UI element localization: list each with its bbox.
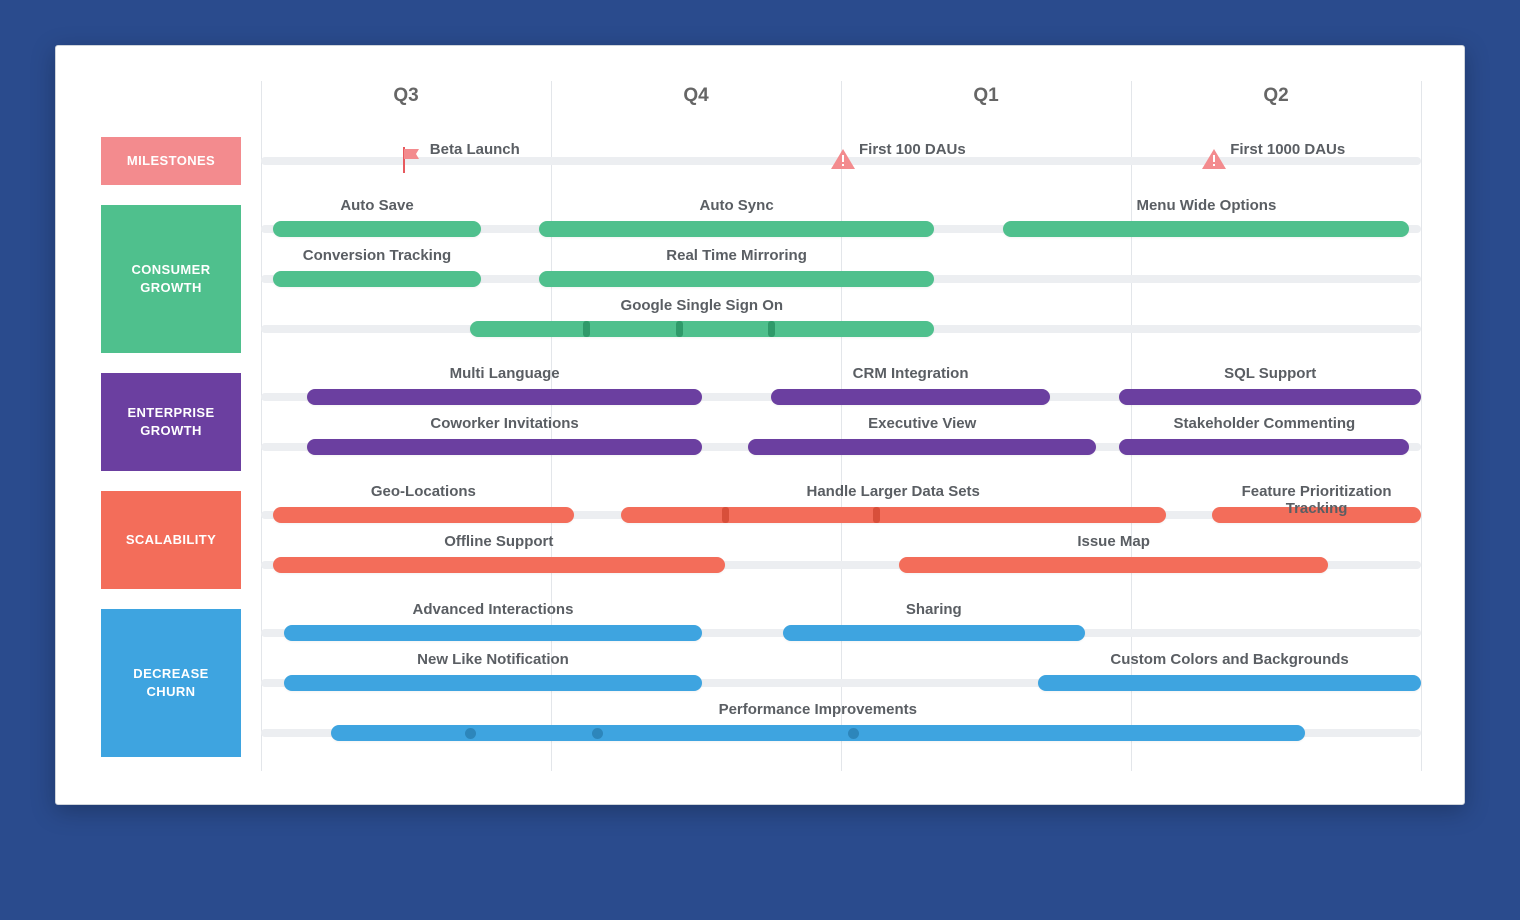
gantt-bar[interactable] [284,675,702,691]
category-milestones: MILESTONES [101,137,241,185]
gantt-bar-label: CRM Integration [771,365,1049,382]
category-enterprise: ENTERPRISE GROWTH [101,373,241,471]
gantt-bar-label: Coworker Invitations [307,415,701,432]
gantt-bar-label: Offline Support [273,533,725,550]
quarter-header: Q4 [666,85,726,107]
gantt-bar-label: Handle Larger Data Sets [621,483,1166,500]
gantt-bar-label: Auto Sync [539,197,933,214]
bar-tick [873,507,880,523]
gantt-bar[interactable] [748,439,1096,455]
milestone-label: Beta Launch [430,141,520,158]
gantt-bar-label: Feature Prioritization Tracking [1212,483,1421,517]
milestone-label: First 100 DAUs [859,141,966,158]
gantt-bar[interactable] [284,625,702,641]
gantt-bar[interactable] [771,389,1049,405]
category-label: CONSUMER GROWTH [111,261,231,296]
gantt-bar[interactable] [307,439,701,455]
milestone-label: First 1000 DAUs [1230,141,1345,158]
bar-tick [583,321,590,337]
gantt-bar-label: Menu Wide Options [1003,197,1409,214]
gantt-bar-label: Google Single Sign On [470,297,934,314]
roadmap-chart: Q3 Q4 Q1 Q2 MILESTONES CONSUMER GROWTH ENTERPR… [101,81,1421,771]
gantt-bar-label: Advanced Interactions [284,601,702,618]
quarter-header: Q3 [376,85,436,107]
alert-icon [830,147,856,176]
gantt-bar[interactable] [1119,439,1409,455]
gantt-bar[interactable] [273,507,575,523]
gantt-bar-label: Executive View [748,415,1096,432]
gantt-bar[interactable] [899,557,1328,573]
alert-icon [1201,147,1227,176]
gantt-bar-label: Issue Map [899,533,1328,550]
gantt-bar-label: Geo-Locations [273,483,575,500]
gantt-bar[interactable] [331,725,1305,741]
gantt-bar[interactable] [783,625,1085,641]
category-label: ENTERPRISE GROWTH [111,404,231,439]
gantt-bar-label: SQL Support [1119,365,1421,382]
category-label: MILESTONES [127,152,215,170]
gantt-bar[interactable] [1003,221,1409,237]
gantt-bar-label: Sharing [783,601,1085,618]
gantt-bar-label: Custom Colors and Backgrounds [1038,651,1421,668]
gridline-0 [261,81,262,771]
gantt-bar-label: Auto Save [273,197,482,214]
quarter-header: Q2 [1246,85,1306,107]
gantt-bar[interactable] [1038,675,1421,691]
category-label: DECREASE CHURN [111,665,231,700]
gantt-bar[interactable] [470,321,934,337]
category-label: SCALABILITY [126,531,216,549]
gantt-bar-label: New Like Notification [284,651,702,668]
category-churn: DECREASE CHURN [101,609,241,757]
gantt-bar[interactable] [273,221,482,237]
bar-dot [848,728,859,739]
gantt-bar-label: Conversion Tracking [273,247,482,264]
gantt-bar-label: Multi Language [307,365,701,382]
bar-dot [465,728,476,739]
gantt-bar[interactable] [273,271,482,287]
gridline-4 [1421,81,1422,771]
category-scale: SCALABILITY [101,491,241,589]
gantt-bar-label: Real Time Mirroring [539,247,933,264]
roadmap-card: Q3 Q4 Q1 Q2 MILESTONES CONSUMER GROWTH ENTERPR… [55,45,1465,805]
gantt-bar[interactable] [1119,389,1421,405]
gantt-bar[interactable] [539,271,933,287]
bar-tick [768,321,775,337]
gantt-bar[interactable] [307,389,701,405]
category-consumer: CONSUMER GROWTH [101,205,241,353]
gantt-bar[interactable] [539,221,933,237]
bar-tick [676,321,683,337]
gantt-bar[interactable] [621,507,1166,523]
gantt-bar[interactable] [273,557,725,573]
flag-icon [401,147,423,178]
bar-tick [722,507,729,523]
gantt-bar-label: Performance Improvements [331,701,1305,718]
gantt-bar-label: Stakeholder Commenting [1119,415,1409,432]
quarter-header: Q1 [956,85,1016,107]
